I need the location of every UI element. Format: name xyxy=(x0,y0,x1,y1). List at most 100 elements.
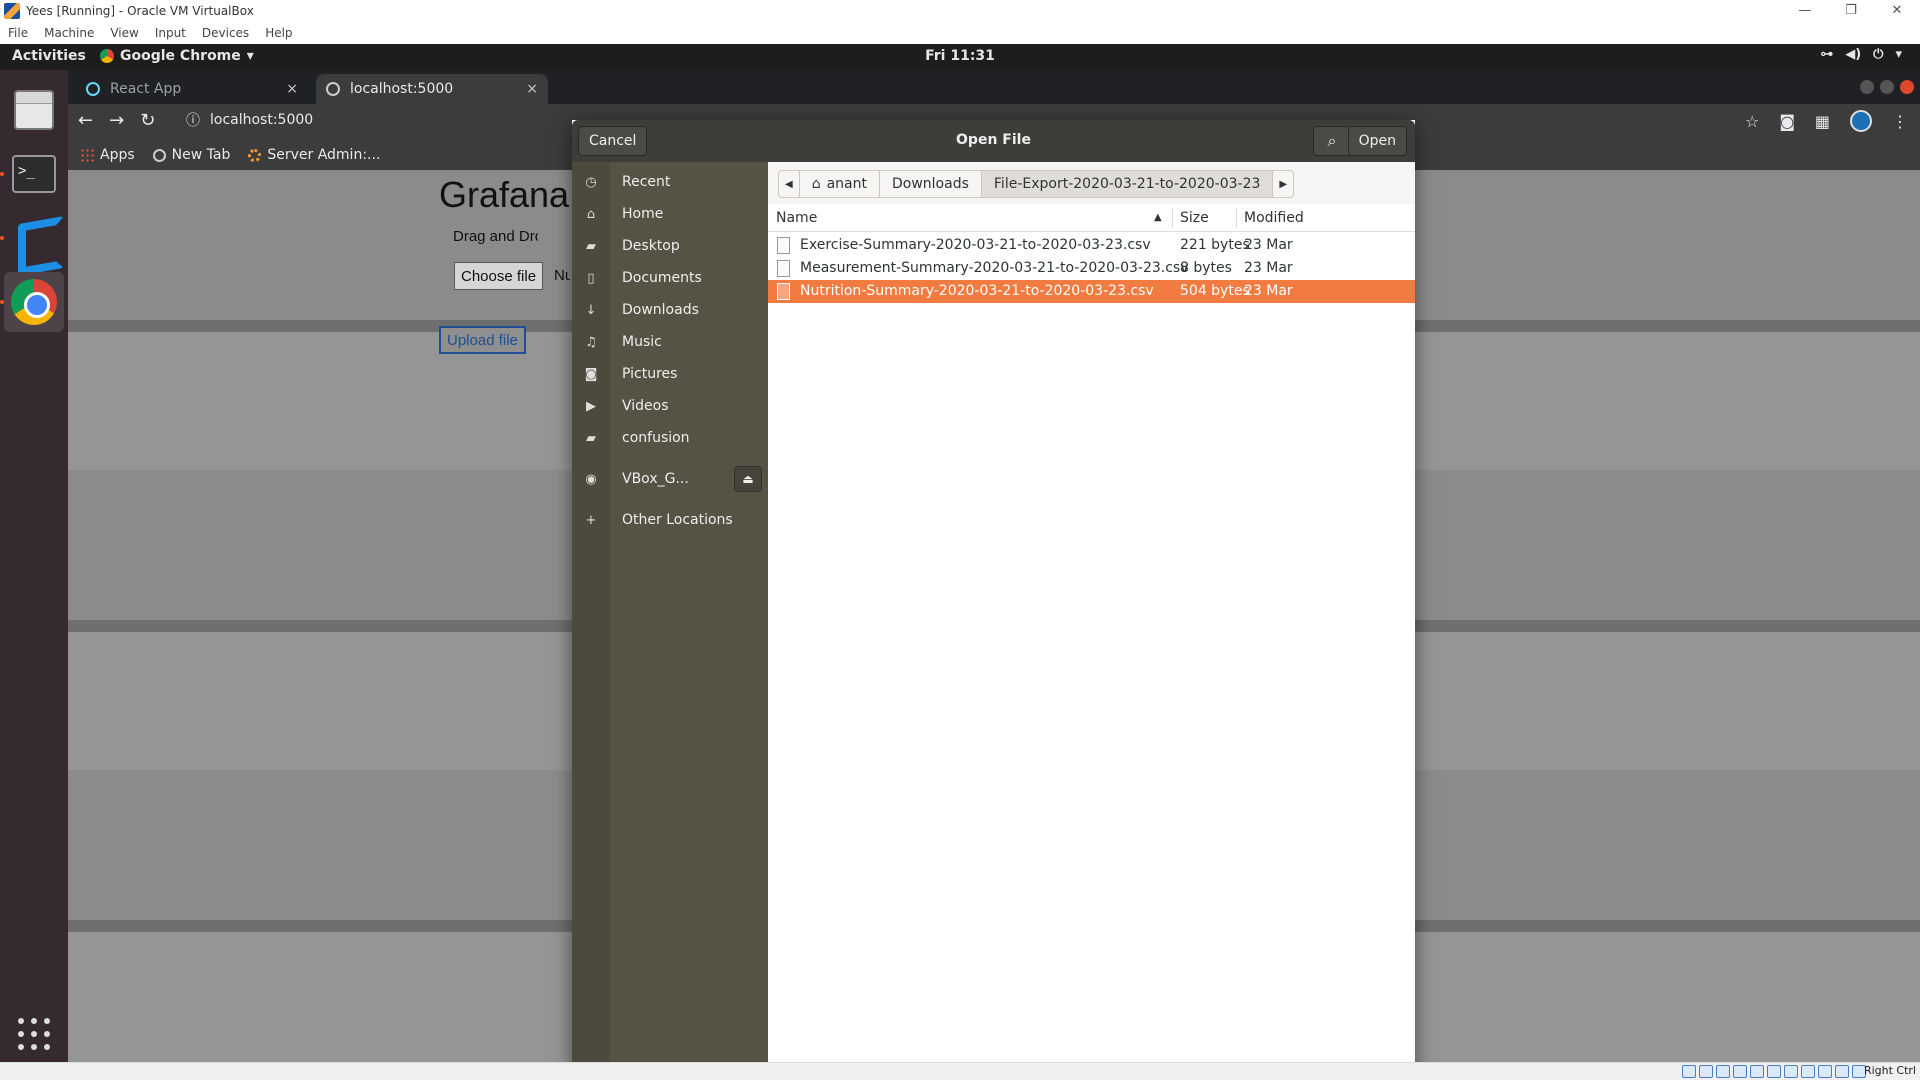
file-row-selected[interactable]: Nutrition-Summary-2020-03-21-to-2020-03-… xyxy=(768,280,1415,303)
hard-disk-icon[interactable] xyxy=(1682,1065,1696,1078)
cancel-button[interactable]: Cancel xyxy=(578,126,648,156)
close-icon[interactable] xyxy=(1900,80,1914,94)
dock-chrome[interactable] xyxy=(4,272,64,332)
menu-file[interactable]: File xyxy=(0,26,36,40)
info-icon[interactable]: ⓘ xyxy=(186,110,200,130)
forward-icon[interactable]: → xyxy=(109,110,124,131)
crumb-downloads[interactable]: Downloads xyxy=(880,171,982,197)
place-documents[interactable]: ▯ Documents xyxy=(572,262,768,294)
mouse-integration-icon[interactable] xyxy=(1835,1065,1849,1078)
place-downloads[interactable]: ↓ Downloads xyxy=(572,294,768,326)
place-other-locations[interactable]: + Other Locations xyxy=(572,504,768,536)
place-pictures[interactable]: ◙ Pictures xyxy=(572,358,768,390)
vbox-title-bar: Yees [Running] - Oracle VM VirtualBox — … xyxy=(0,0,1920,22)
menu-help[interactable]: Help xyxy=(257,26,300,40)
menu-devices[interactable]: Devices xyxy=(194,26,257,40)
place-videos[interactable]: ▶ Videos xyxy=(572,390,768,422)
column-modified[interactable]: Modified xyxy=(1244,210,1304,226)
scroll-left-icon[interactable]: ◀ xyxy=(779,171,800,197)
folder-icon: ▰ xyxy=(586,238,596,254)
file-row[interactable]: Measurement-Summary-2020-03-21-to-2020-0… xyxy=(768,257,1415,280)
upload-file-button[interactable]: Upload file xyxy=(439,326,526,354)
back-icon[interactable]: ← xyxy=(78,110,93,131)
open-file-dialog: Cancel Open File ⌕ Open ◷ Recent ⌂ Home ▰ D… xyxy=(572,120,1415,1062)
dock-terminal[interactable]: >_ xyxy=(4,144,64,204)
eject-icon[interactable]: ⏏ xyxy=(734,466,762,492)
camera-icon[interactable]: ◙ xyxy=(1779,112,1795,131)
place-desktop[interactable]: ▰ Desktop xyxy=(572,230,768,262)
document-icon: ▯ xyxy=(587,270,595,286)
bookmark-new-tab[interactable]: New Tab xyxy=(152,147,230,163)
system-tray[interactable]: ⊶ ◀) ⏻ ▾ xyxy=(1820,47,1902,62)
vbox-status-bar: Right Ctrl xyxy=(0,1062,1920,1080)
extension-icon[interactable]: ▦ xyxy=(1815,112,1830,131)
scroll-right-icon[interactable]: ▶ xyxy=(1273,171,1294,197)
minimize-icon[interactable] xyxy=(1860,80,1874,94)
tab-localhost[interactable]: localhost:5000 × xyxy=(316,74,548,104)
column-separator xyxy=(1236,208,1237,228)
dock-vscode[interactable] xyxy=(4,208,64,268)
minimize-icon[interactable]: — xyxy=(1782,0,1828,22)
column-name[interactable]: Name xyxy=(776,210,817,226)
app-menu[interactable]: Google Chrome ▾ xyxy=(100,48,254,64)
maximize-icon[interactable] xyxy=(1880,80,1894,94)
address-bar[interactable]: ⓘ localhost:5000 xyxy=(186,110,313,130)
download-icon: ↓ xyxy=(585,302,597,318)
tab-react-app[interactable]: React App × xyxy=(76,74,308,104)
place-home[interactable]: ⌂ Home xyxy=(572,198,768,230)
file-modified: 23 Mar xyxy=(1244,237,1293,253)
network-icon[interactable] xyxy=(1733,1065,1747,1078)
close-icon[interactable]: ✕ xyxy=(1874,0,1920,22)
cpu-icon[interactable] xyxy=(1818,1065,1832,1078)
avatar[interactable] xyxy=(1850,110,1872,132)
dialog-title: Open File xyxy=(956,132,1031,148)
activities-button[interactable]: Activities xyxy=(12,48,86,64)
react-icon xyxy=(86,82,100,96)
optical-drive-icon[interactable] xyxy=(1699,1065,1713,1078)
dock-files[interactable] xyxy=(4,80,64,140)
bookmark-server-admin[interactable]: Server Admin:... xyxy=(248,147,380,163)
shared-folder-icon[interactable] xyxy=(1767,1065,1781,1078)
url-text: localhost:5000 xyxy=(210,112,314,128)
place-label: Documents xyxy=(622,270,702,286)
usb-icon[interactable] xyxy=(1750,1065,1764,1078)
column-headers: Name ▲ Size Modified xyxy=(768,204,1415,232)
place-recent[interactable]: ◷ Recent xyxy=(572,166,768,198)
menu-machine[interactable]: Machine xyxy=(36,26,102,40)
place-vbox-drive[interactable]: ◉ VBox_G... ⏏ xyxy=(572,463,768,495)
crumb-current-folder[interactable]: File-Export-2020-03-21-to-2020-03-23 xyxy=(981,171,1274,197)
search-icon[interactable]: ⌕ xyxy=(1313,126,1351,156)
open-button[interactable]: Open xyxy=(1347,126,1407,156)
place-music[interactable]: ♫ Music xyxy=(572,326,768,358)
close-icon[interactable]: × xyxy=(286,81,298,97)
reload-icon[interactable]: ↻ xyxy=(140,110,155,131)
close-icon[interactable]: × xyxy=(526,81,538,97)
bookmark-apps[interactable]: Apps xyxy=(80,147,135,163)
recording-icon[interactable] xyxy=(1801,1065,1815,1078)
file-row[interactable]: Exercise-Summary-2020-03-21-to-2020-03-2… xyxy=(768,234,1415,257)
globe-icon xyxy=(152,148,166,162)
display-icon[interactable] xyxy=(1784,1065,1798,1078)
crumb-home[interactable]: ⌂ anant xyxy=(799,171,880,197)
folder-icon: ▰ xyxy=(586,430,596,446)
menu-view[interactable]: View xyxy=(102,26,146,40)
place-confusion[interactable]: ▰ confusion xyxy=(572,422,768,454)
choose-file-button[interactable]: Choose file xyxy=(454,262,544,290)
menu-icon[interactable]: ⋮ xyxy=(1892,112,1908,131)
audio-icon[interactable] xyxy=(1716,1065,1730,1078)
window-controls xyxy=(1860,80,1914,94)
guest-screen: Activities Google Chrome ▾ Fri 11:31 ⊶ ◀… xyxy=(0,44,1920,1062)
restore-icon[interactable]: ❐ xyxy=(1828,0,1874,22)
menu-input[interactable]: Input xyxy=(147,26,194,40)
place-label: Desktop xyxy=(622,238,680,254)
column-size[interactable]: Size xyxy=(1180,210,1209,226)
breadcrumb: ◀ ⌂ anant Downloads File-Export-2020-03-2… xyxy=(778,170,1295,198)
virtualbox-icon xyxy=(4,3,20,19)
show-applications-icon[interactable] xyxy=(18,1018,50,1050)
place-label: Other Locations xyxy=(622,512,733,528)
apps-icon xyxy=(80,148,94,162)
sort-ascending-icon[interactable]: ▲ xyxy=(1154,212,1162,223)
star-icon[interactable]: ☆ xyxy=(1745,112,1759,131)
file-modified: 23 Mar xyxy=(1244,283,1293,299)
clock[interactable]: Fri 11:31 xyxy=(0,48,1920,64)
